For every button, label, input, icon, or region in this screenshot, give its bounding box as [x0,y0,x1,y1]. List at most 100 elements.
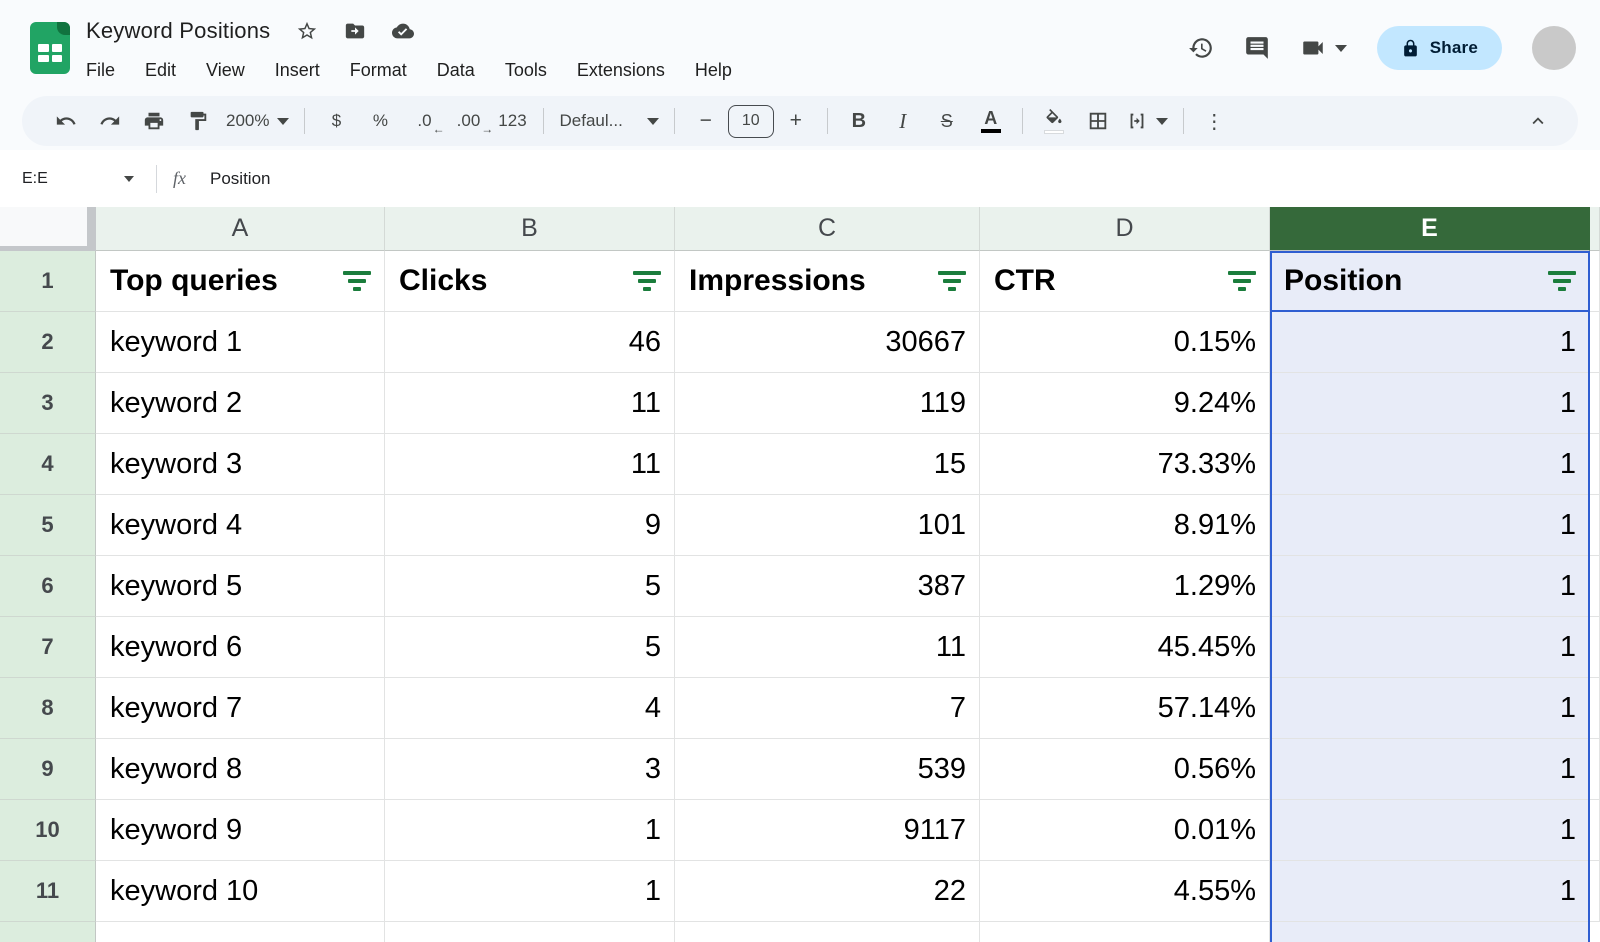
cell-b6[interactable]: 5 [385,556,675,617]
sheets-logo-icon[interactable] [30,22,70,74]
cell-b11[interactable]: 1 [385,861,675,922]
decrease-decimal-button[interactable]: .0 [407,103,441,139]
menu-item-edit[interactable]: Edit [145,60,176,81]
cell-d5[interactable]: 8.91% [980,495,1270,556]
cell-e1[interactable]: Position [1270,251,1590,312]
formula-input[interactable]: Position [210,169,270,189]
cloud-saved-icon[interactable] [392,20,414,42]
decrease-font-size-button[interactable]: − [689,103,723,139]
cell-a2[interactable]: keyword 1 [96,312,385,373]
print-button[interactable] [137,103,171,139]
cell-e9[interactable]: 1 [1270,739,1590,800]
cell-e10[interactable]: 1 [1270,800,1590,861]
cell-e6[interactable]: 1 [1270,556,1590,617]
cell-d6[interactable]: 1.29% [980,556,1270,617]
version-history-icon[interactable] [1188,35,1214,61]
menu-item-data[interactable]: Data [437,60,475,81]
row-header-3[interactable]: 3 [0,373,96,434]
share-button[interactable]: Share [1377,26,1502,70]
cell-c1[interactable]: Impressions [675,251,980,312]
menu-item-format[interactable]: Format [350,60,407,81]
cell-a10[interactable]: keyword 9 [96,800,385,861]
cell-d12[interactable] [980,922,1270,942]
cell-partial-1[interactable] [1590,251,1600,312]
hide-menus-button[interactable] [1521,103,1555,139]
cell-b9[interactable]: 3 [385,739,675,800]
paint-format-button[interactable] [181,103,215,139]
cell-b2[interactable]: 46 [385,312,675,373]
cell-e8[interactable]: 1 [1270,678,1590,739]
row-header-2[interactable]: 2 [0,312,96,373]
cell-a6[interactable]: keyword 5 [96,556,385,617]
cell-d11[interactable]: 4.55% [980,861,1270,922]
cell-e12[interactable] [1270,922,1590,942]
cell-d4[interactable]: 73.33% [980,434,1270,495]
row-header-7[interactable]: 7 [0,617,96,678]
row-header-8[interactable]: 8 [0,678,96,739]
cell-c12[interactable] [675,922,980,942]
cell-c2[interactable]: 30667 [675,312,980,373]
menu-item-file[interactable]: File [86,60,115,81]
cell-e3[interactable]: 1 [1270,373,1590,434]
name-box[interactable]: E:E [22,170,134,188]
column-header-c[interactable]: C [675,207,980,251]
format-percent-button[interactable]: % [363,103,397,139]
cell-d7[interactable]: 45.45% [980,617,1270,678]
row-header-5[interactable]: 5 [0,495,96,556]
row-header-10[interactable]: 10 [0,800,96,861]
cell-b8[interactable]: 4 [385,678,675,739]
cell-b4[interactable]: 11 [385,434,675,495]
filter-icon[interactable] [342,271,372,291]
increase-decimal-button[interactable]: .00 [451,103,485,139]
cell-partial-6[interactable] [1590,556,1600,617]
move-folder-icon[interactable] [344,20,366,42]
cell-d10[interactable]: 0.01% [980,800,1270,861]
cell-partial-4[interactable] [1590,434,1600,495]
menu-item-insert[interactable]: Insert [275,60,320,81]
bold-button[interactable]: B [842,103,876,139]
cell-partial-10[interactable] [1590,800,1600,861]
document-title[interactable]: Keyword Positions [86,18,270,44]
select-all-corner[interactable] [0,207,96,251]
column-header-b[interactable]: B [385,207,675,251]
font-family-selector[interactable]: Defaul... [559,111,658,131]
font-size-input[interactable]: 10 [728,105,774,138]
zoom-selector[interactable]: 200% [226,111,289,131]
cell-b5[interactable]: 9 [385,495,675,556]
cell-d8[interactable]: 57.14% [980,678,1270,739]
cell-a12[interactable] [96,922,385,942]
comments-icon[interactable] [1244,35,1270,61]
row-header-9[interactable]: 9 [0,739,96,800]
cell-c4[interactable]: 15 [675,434,980,495]
fill-color-button[interactable] [1037,103,1071,139]
row-header-11[interactable]: 11 [0,861,96,922]
column-header-d[interactable]: D [980,207,1270,251]
cell-e5[interactable]: 1 [1270,495,1590,556]
cell-c8[interactable]: 7 [675,678,980,739]
cell-partial-5[interactable] [1590,495,1600,556]
filter-icon[interactable] [937,271,967,291]
column-header-partial[interactable] [1590,207,1600,251]
row-header-6[interactable]: 6 [0,556,96,617]
filter-icon[interactable] [1227,271,1257,291]
cell-partial-8[interactable] [1590,678,1600,739]
cell-d2[interactable]: 0.15% [980,312,1270,373]
avatar[interactable] [1532,26,1576,70]
cell-c6[interactable]: 387 [675,556,980,617]
cell-a5[interactable]: keyword 4 [96,495,385,556]
meet-button[interactable] [1300,35,1347,61]
cell-partial-3[interactable] [1590,373,1600,434]
cell-b7[interactable]: 5 [385,617,675,678]
cell-partial-11[interactable] [1590,861,1600,922]
filter-icon[interactable] [632,271,662,291]
cell-c3[interactable]: 119 [675,373,980,434]
cell-a7[interactable]: keyword 6 [96,617,385,678]
increase-font-size-button[interactable]: + [779,103,813,139]
cell-c10[interactable]: 9117 [675,800,980,861]
cell-c5[interactable]: 101 [675,495,980,556]
cell-a9[interactable]: keyword 8 [96,739,385,800]
cell-b3[interactable]: 11 [385,373,675,434]
cell-partial-9[interactable] [1590,739,1600,800]
cell-e4[interactable]: 1 [1270,434,1590,495]
row-header-12[interactable] [0,922,96,942]
